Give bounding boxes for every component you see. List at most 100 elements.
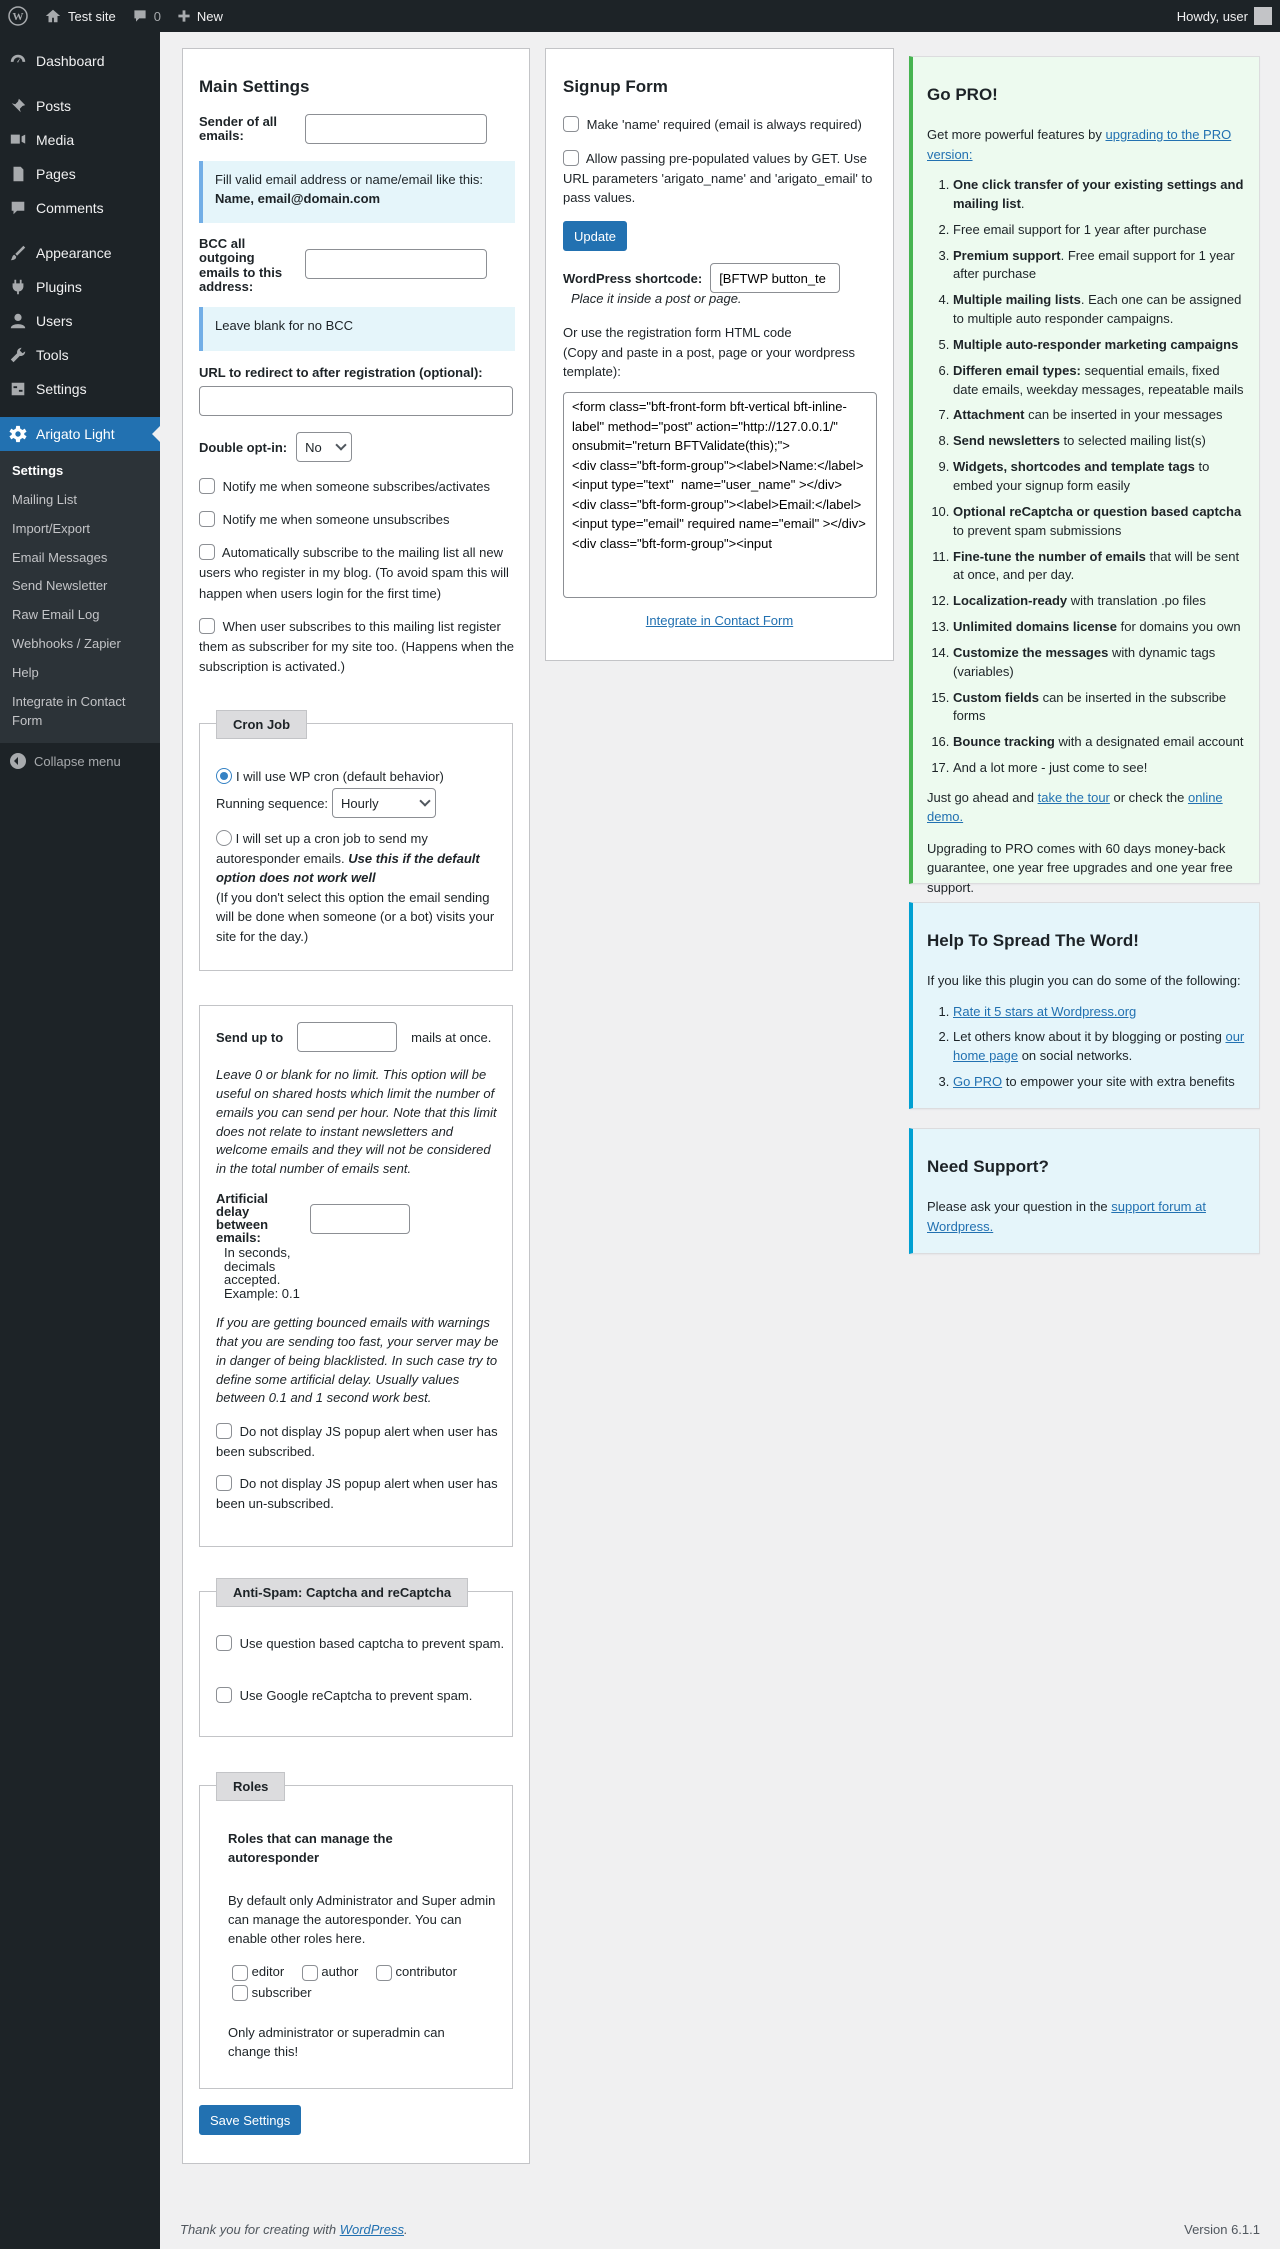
sidebar-item-settings[interactable]: Settings: [0, 372, 160, 406]
mails-at-once-label: mails at once.: [411, 1029, 492, 1045]
sidebar-item-appearance[interactable]: Appearance: [0, 236, 160, 270]
spread-word-box: Help To Spread The Word! If you like thi…: [909, 902, 1260, 1109]
question-captcha-checkbox[interactable]: [216, 1635, 232, 1652]
comments-link[interactable]: 0: [124, 0, 169, 32]
support-box: Need Support? Please ask your question i…: [909, 1128, 1260, 1254]
sidebar-item-tools[interactable]: Tools: [0, 338, 160, 372]
sidebar-item-label: Media: [36, 132, 75, 148]
pro-feature: Premium support. Free email support for …: [953, 247, 1245, 285]
wordpress-link[interactable]: WordPress: [340, 2222, 404, 2237]
feature-bold: Custom fields: [953, 689, 1039, 705]
send-up-to-input[interactable]: [297, 1022, 398, 1052]
submenu-help[interactable]: Help: [0, 659, 160, 688]
custom-cron-option: I will set up a cron job to send my auto…: [216, 829, 502, 946]
auto-subscribe-checkbox[interactable]: [199, 544, 215, 561]
shortcode-input[interactable]: [710, 263, 841, 293]
get-prepopulate-checkbox[interactable]: [563, 150, 579, 167]
auto-subscribe-option: Automatically subscribe to the mailing l…: [199, 543, 517, 603]
submenu-email-messages[interactable]: Email Messages: [0, 544, 160, 573]
role-editor-checkbox[interactable]: [232, 1964, 248, 1981]
notify-unsubscribe-checkbox[interactable]: [199, 511, 215, 528]
take-tour-link[interactable]: take the tour: [1038, 790, 1110, 805]
register-subscriber-checkbox[interactable]: [199, 617, 215, 634]
sidebar-item-dashboard[interactable]: Dashboard: [0, 44, 160, 78]
settings-icon: [8, 379, 28, 399]
submenu-webhooks[interactable]: Webhooks / Zapier: [0, 630, 160, 659]
rate-stars-link[interactable]: Rate it 5 stars at Wordpress.org: [953, 1004, 1136, 1019]
pro-feature: Customize the messages with dynamic tags…: [953, 644, 1245, 682]
wp-cron-radio[interactable]: [216, 768, 232, 784]
notify-subscribe-checkbox[interactable]: [199, 478, 215, 495]
js-subscribed-option: Do not display JS popup alert when user …: [216, 1422, 506, 1462]
sidebar-item-comments[interactable]: Comments: [0, 191, 160, 225]
sidebar-item-posts[interactable]: Posts: [0, 89, 160, 123]
site-name-link[interactable]: Test site: [36, 0, 124, 32]
feature-bold: Unlimited domains license: [953, 619, 1117, 635]
feature-bold: Optional reCaptcha or question based cap…: [953, 503, 1242, 519]
shortcode-row: WordPress shortcode:: [563, 263, 841, 293]
wp-cron-option: I will use WP cron (default behavior): [216, 768, 444, 784]
double-optin-row: Double opt-in: No: [199, 432, 353, 462]
notification-options: Notify me when someone subscribes/activa…: [199, 477, 517, 687]
cron-job-fieldset: Cron Job I will use WP cron (default beh…: [199, 710, 513, 971]
notify-subscribe-label: Notify me when someone subscribes/activa…: [222, 479, 490, 494]
submenu-settings[interactable]: Settings: [0, 457, 160, 486]
submenu-mailing-list[interactable]: Mailing List: [0, 486, 160, 515]
sender-input[interactable]: [305, 114, 487, 144]
get-prepopulate-label: Allow passing pre-populated values by GE…: [563, 151, 873, 205]
role-subscriber-checkbox[interactable]: [232, 1985, 248, 2002]
double-optin-select[interactable]: No: [296, 432, 353, 462]
collapse-menu-button[interactable]: Collapse menu: [0, 743, 160, 779]
js-unsubscribed-checkbox[interactable]: [216, 1475, 232, 1492]
support-text: Please ask your question in the: [927, 1199, 1108, 1214]
sender-notice-text: Fill valid email address or name/email l…: [215, 172, 484, 187]
integrate-contact-form-link[interactable]: Integrate in Contact Form: [546, 613, 893, 628]
sidebar-item-pages[interactable]: Pages: [0, 157, 160, 191]
pro-feature: One click transfer of your existing sett…: [953, 176, 1245, 214]
submenu-send-newsletter[interactable]: Send Newsletter: [0, 572, 160, 601]
role-contributor-checkbox[interactable]: [375, 1964, 392, 1981]
name-required-checkbox[interactable]: [563, 116, 579, 133]
site-name: Test site: [68, 8, 116, 24]
new-content-link[interactable]: New: [169, 0, 231, 32]
go-pro-link[interactable]: Go PRO: [953, 1074, 1002, 1089]
my-account-link[interactable]: Howdy, user: [1177, 7, 1280, 25]
shortcode-label: WordPress shortcode:: [563, 270, 703, 286]
sidebar-item-label: Comments: [36, 200, 104, 216]
update-button[interactable]: Update: [563, 221, 627, 251]
wordpress-logo-icon[interactable]: W: [0, 0, 36, 32]
sidebar-item-plugins[interactable]: Plugins: [0, 270, 160, 304]
js-subscribed-checkbox[interactable]: [216, 1423, 232, 1440]
html-code-textarea[interactable]: <form class="bft-front-form bft-vertical…: [563, 392, 877, 598]
custom-cron-radio[interactable]: [216, 830, 232, 847]
spread-word-intro: If you like this plugin you can do some …: [927, 973, 1241, 988]
feature-text: for domains you own: [1117, 619, 1241, 635]
spread-item2-post: on social networks.: [1021, 1048, 1133, 1064]
bcc-input[interactable]: [305, 249, 487, 279]
running-sequence-select[interactable]: Hourly: [332, 788, 437, 818]
delay-label: Artificial delay between emails:: [216, 1191, 269, 1245]
recaptcha-checkbox[interactable]: [216, 1687, 232, 1704]
bounce-note: If you are getting bounced emails with w…: [216, 1315, 499, 1406]
sending-fieldset: Send up to mails at once. Leave 0 or bla…: [199, 1005, 513, 1547]
pro-feature: Localization-ready with translation .po …: [953, 592, 1245, 611]
pages-icon: [8, 164, 28, 184]
admin-sidebar: Dashboard Posts Media Pages Comments App…: [0, 32, 160, 2249]
feature-bold: Widgets, shortcodes and template tags: [953, 459, 1195, 475]
role-contributor: contributor: [375, 1964, 457, 1981]
feature-text: with translation .po files: [1067, 593, 1206, 609]
submenu-import-export[interactable]: Import/Export: [0, 515, 160, 544]
footer-thanks-post: .: [404, 2222, 408, 2237]
sidebar-item-media[interactable]: Media: [0, 123, 160, 157]
delay-input[interactable]: [310, 1204, 410, 1234]
role-author-checkbox[interactable]: [301, 1964, 318, 1981]
redirect-input[interactable]: [199, 386, 513, 416]
save-settings-button[interactable]: Save Settings: [199, 2105, 302, 2135]
submenu-integrate-contact-form[interactable]: Integrate in Contact Form: [0, 688, 160, 736]
role-contributor-label: contributor: [395, 1964, 457, 1979]
submenu-raw-email-log[interactable]: Raw Email Log: [0, 601, 160, 630]
sidebar-item-users[interactable]: Users: [0, 304, 160, 338]
version-text: Version 6.1.1: [1184, 2222, 1260, 2237]
sidebar-item-arigato-light[interactable]: Arigato Light: [0, 417, 160, 451]
send-up-to-row: Send up to mails at once.: [216, 1022, 491, 1052]
